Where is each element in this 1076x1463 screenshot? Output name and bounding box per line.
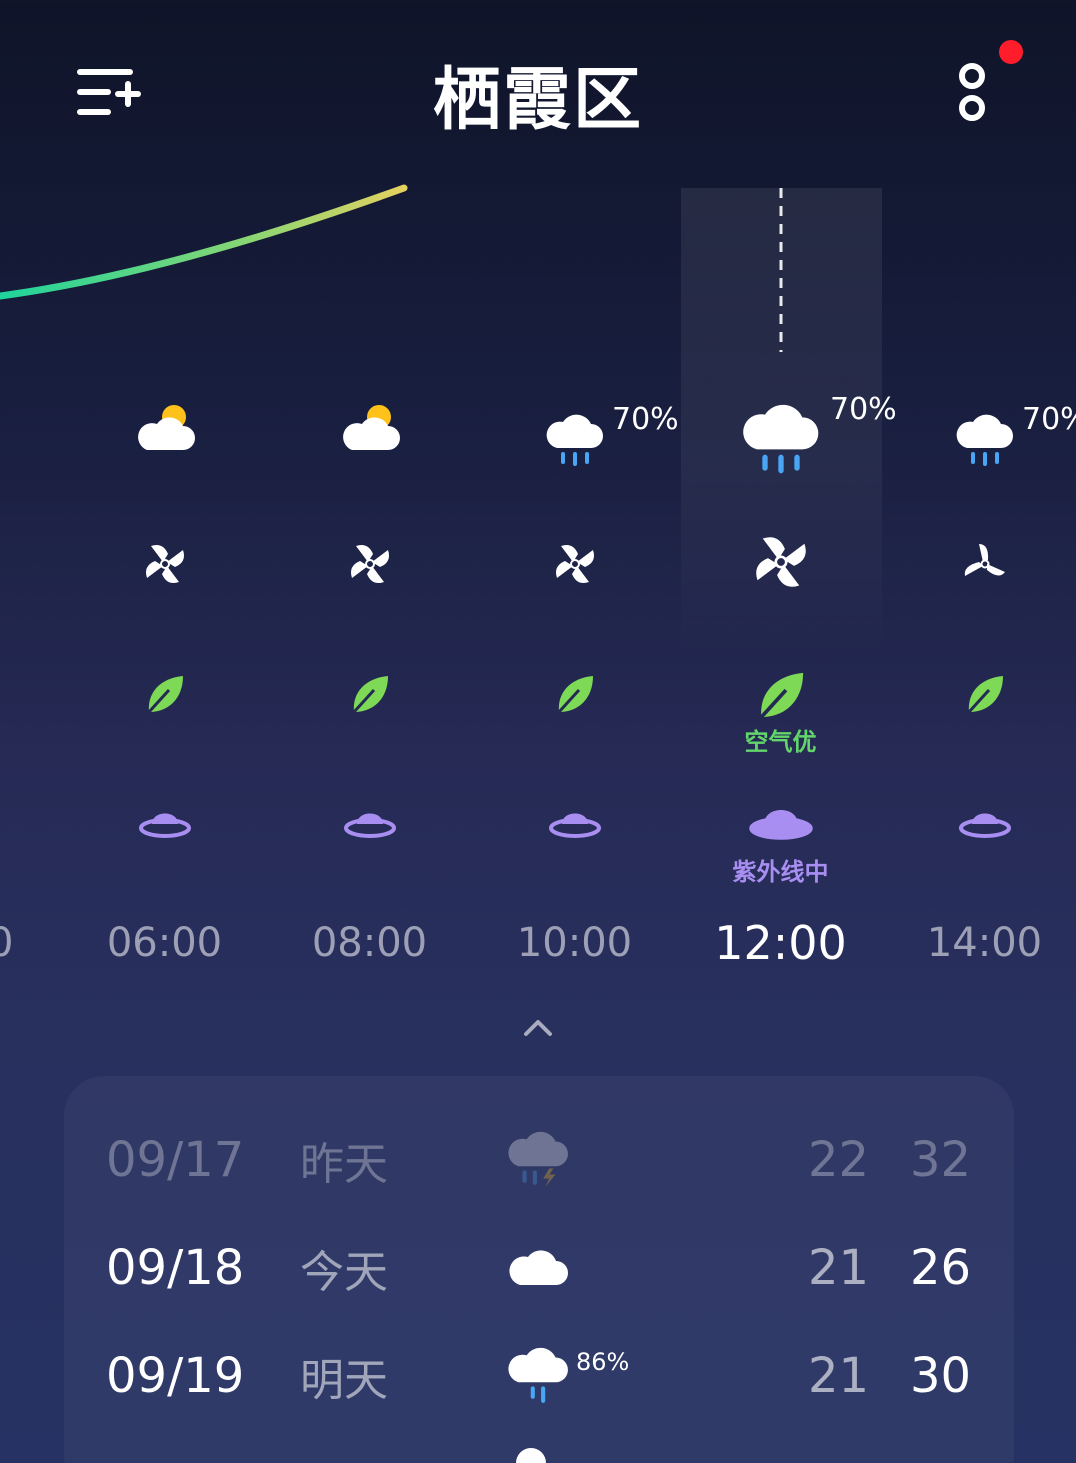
- precip-chance: 70%: [612, 402, 679, 437]
- hour-time: 06:00: [106, 920, 223, 966]
- day-high-temp: 32: [910, 1132, 972, 1188]
- leaf-icon: [143, 672, 187, 720]
- sun-hat-icon: [343, 806, 396, 844]
- cloudy-icon: [508, 1243, 570, 1293]
- day-date: 09/19: [106, 1348, 245, 1404]
- wind-icon: [347, 541, 393, 591]
- air-quality-label: 空气优: [744, 728, 817, 756]
- leaf-icon: [754, 668, 808, 726]
- day-low-temp: 21: [808, 1240, 870, 1296]
- day-low-temp: 22: [808, 1132, 870, 1188]
- hour-column[interactable]: 06:00: [62, 0, 267, 1000]
- rain-icon: [508, 1343, 570, 1409]
- sun-hat-icon: [748, 800, 814, 848]
- partly-cloudy-icon: [133, 402, 197, 462]
- hour-time: 08:00: [311, 920, 428, 966]
- uv-index-label: 紫外线中: [732, 858, 829, 886]
- day-name: 明天: [300, 1355, 388, 1406]
- rain-icon: [955, 408, 1015, 472]
- day-high-temp: 26: [910, 1240, 972, 1296]
- daily-row-tomorrow[interactable]: 09/19 明天 86% 21 30: [64, 1326, 1014, 1426]
- hour-column[interactable]: 70% 10:00: [472, 0, 679, 1000]
- partly-cloudy-icon: [338, 402, 402, 462]
- day-name: 今天: [300, 1247, 388, 1298]
- rain-icon: [545, 408, 605, 472]
- daily-row-yesterday[interactable]: 09/17 昨天 22 32: [64, 1110, 1014, 1210]
- chevron-up-icon: [524, 1020, 552, 1036]
- leaf-icon: [348, 672, 392, 720]
- day-name: 昨天: [300, 1139, 388, 1190]
- day-low-temp: 21: [808, 1348, 870, 1404]
- wind-icon: [963, 544, 1007, 588]
- precip-chance: 86%: [576, 1348, 630, 1376]
- sun-hat-icon: [138, 806, 191, 844]
- precip-chance: 70%: [1022, 402, 1076, 437]
- hour-time: 12:00: [714, 916, 847, 970]
- hour-time: 10:00: [516, 920, 633, 966]
- day-date: 09/17: [106, 1132, 245, 1188]
- leaf-icon: [553, 672, 597, 720]
- wind-icon: [552, 541, 598, 591]
- sun-hat-icon: [548, 806, 601, 844]
- hour-column[interactable]: 08:00: [267, 0, 472, 1000]
- thunderstorm-icon: [508, 1127, 570, 1193]
- wind-icon: [142, 541, 188, 591]
- sun-hat-icon: [958, 806, 1011, 844]
- hour-column[interactable]: 70% 14:00: [882, 0, 1076, 1000]
- rain-icon: [741, 396, 821, 480]
- leaf-icon: [963, 672, 1007, 720]
- day-high-temp: 30: [910, 1348, 972, 1404]
- wind-icon: [751, 532, 811, 596]
- cloudy-icon: [514, 1448, 548, 1463]
- day-date: 09/18: [106, 1240, 245, 1296]
- hour-time: 14:00: [926, 920, 1043, 966]
- prev-hour-time-partial: 0: [0, 920, 14, 966]
- collapse-hourly-button[interactable]: [518, 1008, 558, 1048]
- daily-row-today[interactable]: 09/18 今天 21 26: [64, 1218, 1014, 1318]
- hour-column-selected[interactable]: 70% 空气优 紫外线中 12:00: [678, 0, 896, 1000]
